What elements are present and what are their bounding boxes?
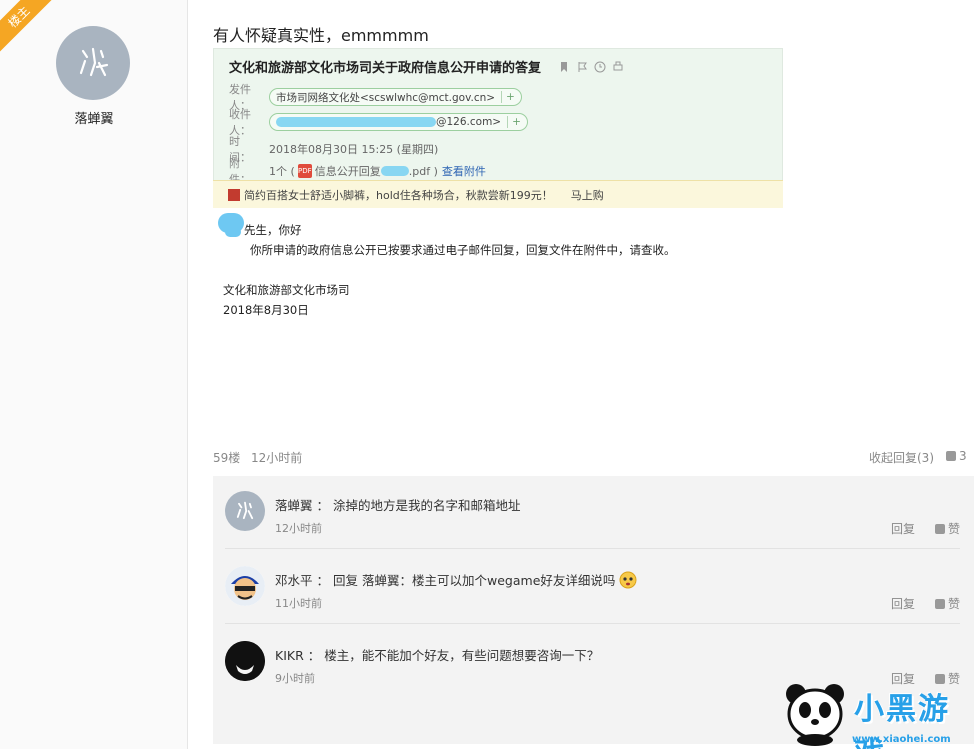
redacted-email xyxy=(276,117,436,127)
view-attachment-link[interactable]: 查看附件 xyxy=(442,163,486,179)
thread-page: 楼主 落蝉翼 有人怀疑真实性，emmmmm 文化和旅游部文化市场司关于政府信息公… xyxy=(0,0,974,749)
comment-divider xyxy=(225,623,960,624)
attach-count: 1个 ( xyxy=(269,165,295,178)
comment-separator: ： xyxy=(307,648,321,663)
post-title: 有人怀疑真实性，emmmmm xyxy=(213,26,429,45)
comment-content: 落蝉翼 ： 涂掉的地方是我的名字和邮箱地址 xyxy=(275,495,521,514)
comment-divider xyxy=(225,548,960,549)
confused-emoji-icon xyxy=(619,571,637,592)
reply-prefix: 回复 xyxy=(333,573,359,588)
redacted-name-2 xyxy=(225,227,241,237)
mail-actions xyxy=(558,58,624,73)
comment-text: 楼主，能不能加个好友，有些问题想要咨询一下？ xyxy=(324,648,600,663)
attach-name[interactable]: 信息公开回复 xyxy=(315,163,381,179)
commenter-name[interactable]: 邓水平 xyxy=(275,573,313,588)
clock-icon xyxy=(594,58,606,73)
thumb-up-icon xyxy=(935,523,945,534)
author-avatar[interactable] xyxy=(56,26,130,100)
post-time: 12小时前 xyxy=(251,451,303,465)
post-like-button[interactable]: 3 xyxy=(946,449,967,463)
letter-sign-org: 文化和旅游部文化市场司 xyxy=(223,283,350,297)
redacted-filename xyxy=(380,166,409,176)
shop-icon xyxy=(228,188,240,201)
add-contact-icon[interactable]: + xyxy=(501,91,515,103)
print-icon xyxy=(612,58,624,71)
watermark-url: www.xiaohei.com xyxy=(852,734,951,745)
commenter-name[interactable]: 落蝉翼 xyxy=(275,498,313,513)
ad-text[interactable]: 简约百搭女士舒适小脚裤，hold住各种场合，秋款尝新199元！ xyxy=(244,187,553,203)
op-badge: 楼主 xyxy=(0,0,59,57)
calligraphy-icon xyxy=(79,47,109,77)
reply-button[interactable]: 回复 xyxy=(891,595,915,612)
comment-separator: ： xyxy=(316,498,330,513)
flag-icon xyxy=(576,58,588,72)
add-contact-icon[interactable]: + xyxy=(507,116,521,128)
comment-time: 12小时前 xyxy=(275,522,322,535)
like-button[interactable]: 赞 xyxy=(935,520,960,537)
calligraphy-icon xyxy=(236,501,254,520)
collapse-replies-button[interactable]: 收起回复(3) xyxy=(869,449,934,466)
comment-text: ：楼主可以加个wegame好友详细说吗 xyxy=(399,573,616,588)
ad-buy-link[interactable]: 马上购 xyxy=(571,187,604,203)
floor-number: 59楼 xyxy=(213,451,241,465)
from-pill[interactable]: 市场司网络文化处<scswlwhc@mct.gov.cn> + xyxy=(269,88,522,106)
author-name[interactable]: 落蝉翼 xyxy=(0,108,188,127)
panda-logo-icon xyxy=(786,684,844,746)
like-label: 赞 xyxy=(948,522,961,536)
comment-content: 邓水平 ： 回复 落蝉翼：楼主可以加个wegame好友详细说吗 xyxy=(275,570,637,592)
author-column: 楼主 落蝉翼 xyxy=(0,0,188,749)
comment-content: KIKR ： 楼主，能不能加个好友，有些问题想要咨询一下？ xyxy=(275,645,599,664)
letter-body: 你所申请的政府信息公开已按要求通过电子邮件回复，回复文件在附件中，请查收。 xyxy=(250,243,676,257)
comment-item: 落蝉翼 ： 涂掉的地方是我的名字和邮箱地址 12小时前 回复 赞 xyxy=(213,476,974,552)
to-pill[interactable]: @126.com> + xyxy=(269,113,528,131)
reply-target[interactable]: 落蝉翼 xyxy=(362,573,400,588)
pdf-icon: PDF xyxy=(297,164,312,178)
comment-text: 涂掉的地方是我的名字和邮箱地址 xyxy=(333,498,521,513)
comment-separator: ： xyxy=(316,573,330,588)
thumb-up-icon xyxy=(935,598,945,609)
attach-ext: .pdf ) xyxy=(408,164,438,178)
like-button[interactable]: 赞 xyxy=(935,595,960,612)
thumb-up-icon xyxy=(946,451,956,461)
site-watermark: 小黑游戏 www.xiaohei.com xyxy=(782,680,974,749)
commenter-name[interactable]: KIKR xyxy=(275,648,304,663)
post-like-count: 3 xyxy=(959,449,967,463)
commenter-avatar[interactable] xyxy=(225,491,265,531)
reply-button[interactable]: 回复 xyxy=(891,520,915,537)
comment-item: 邓水平 ： 回复 落蝉翼：楼主可以加个wegame好友详细说吗 11小时前 回复… xyxy=(213,551,974,627)
letter-greeting: 先生，你好 xyxy=(244,223,302,237)
comment-time: 9小时前 xyxy=(275,672,315,685)
anime-avatar-icon xyxy=(225,641,265,681)
commenter-avatar[interactable] xyxy=(225,566,265,606)
to-value: @126.com> xyxy=(436,116,502,128)
mail-subject: 文化和旅游部文化市场司关于政府信息公开申请的答复 xyxy=(229,61,542,76)
bookmark-icon xyxy=(558,58,570,72)
comment-time: 11小时前 xyxy=(275,597,322,610)
letter-sign-date: 2018年8月30日 xyxy=(223,303,309,317)
like-label: 赞 xyxy=(948,597,961,611)
commenter-avatar[interactable] xyxy=(225,641,265,681)
mail-ad-banner: 简约百搭女士舒适小脚裤，hold住各种场合，秋款尝新199元！ 马上购 xyxy=(213,180,783,208)
from-value: 市场司网络文化处<scswlwhc@mct.gov.cn> xyxy=(276,91,496,104)
cartoon-avatar-icon xyxy=(225,566,265,606)
